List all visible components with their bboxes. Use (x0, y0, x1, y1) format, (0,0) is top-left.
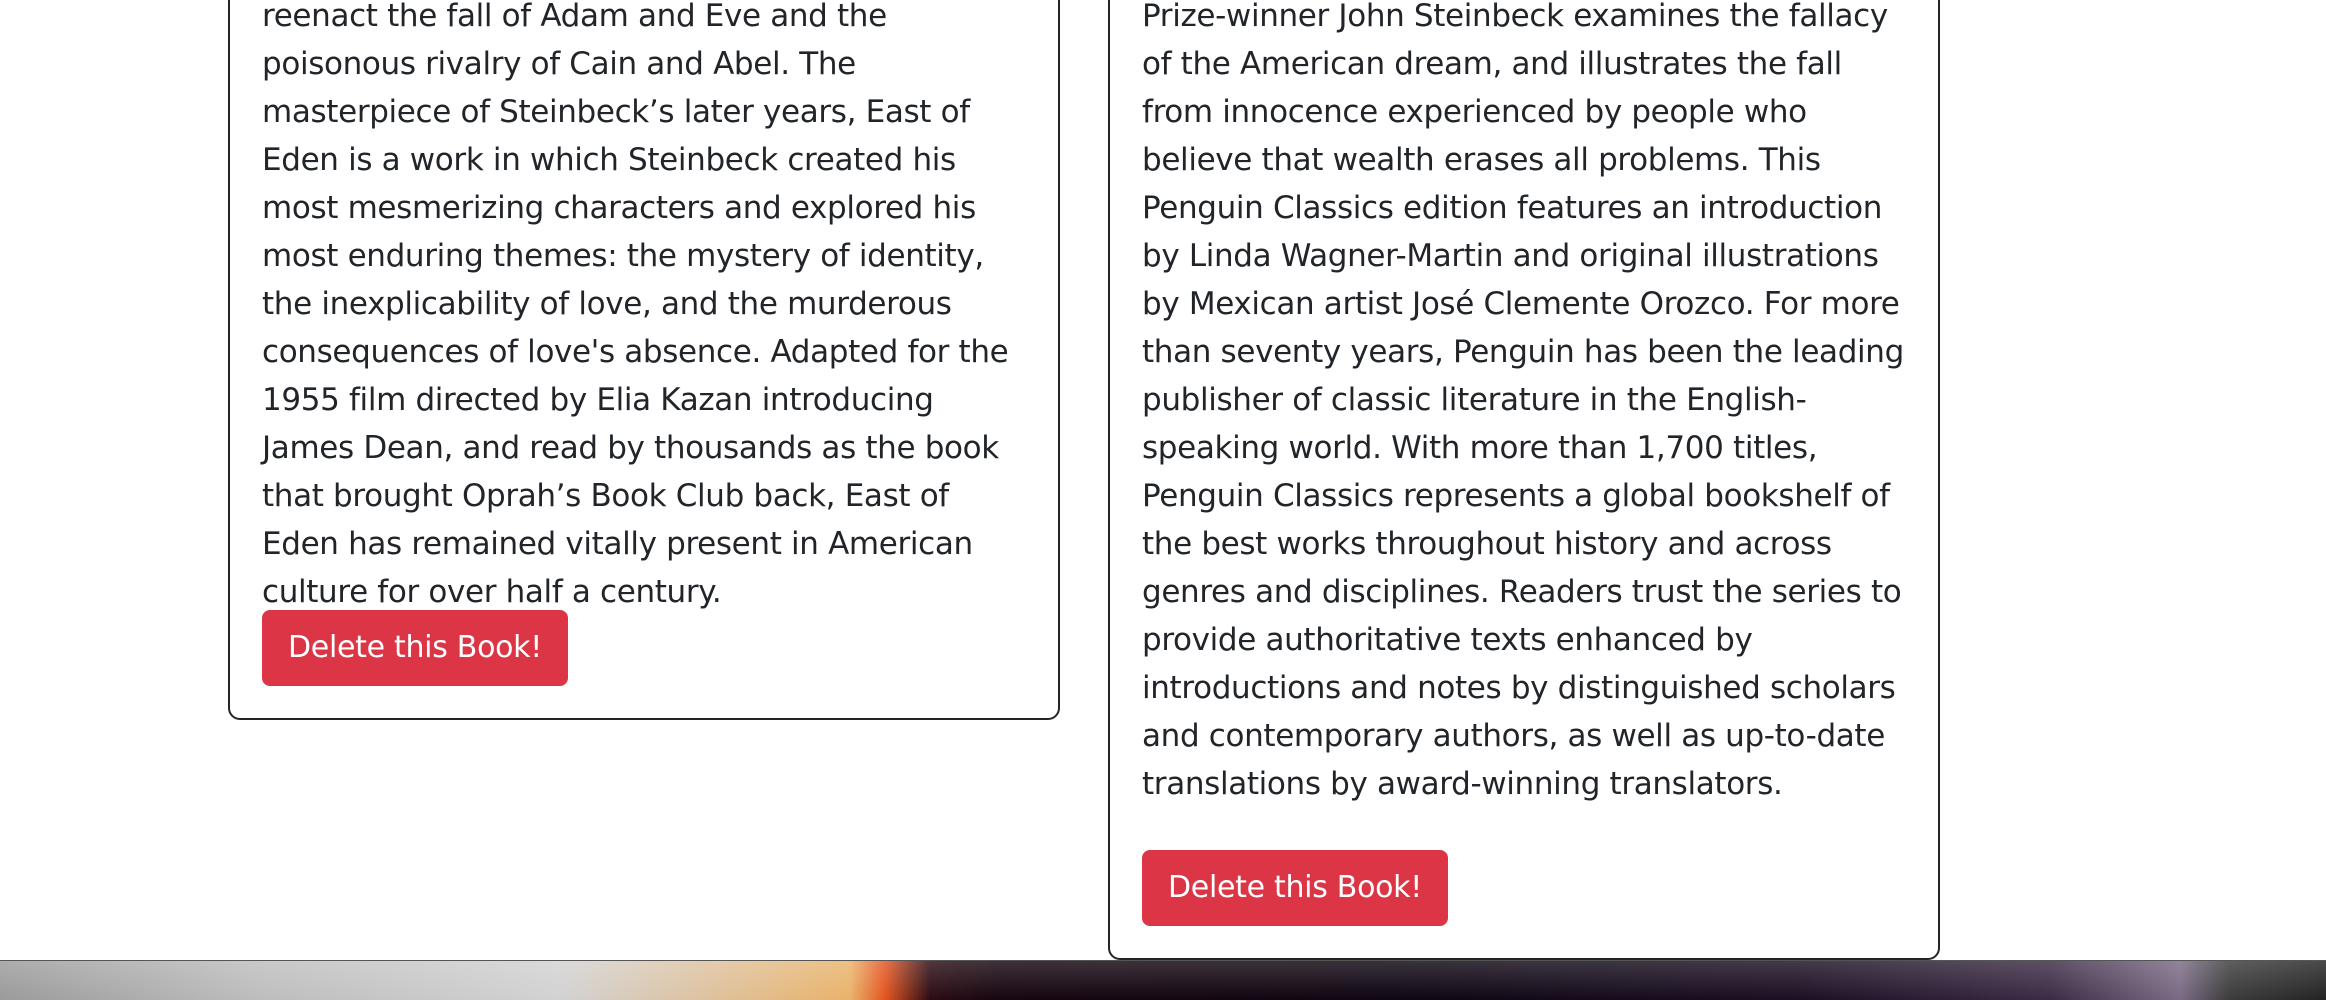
delete-book-button[interactable]: Delete this Book! (262, 610, 568, 686)
desktop-wallpaper-strip (0, 960, 2326, 1000)
wallpaper-glow (0, 961, 2326, 1000)
book-card: Prize-winner John Steinbeck examines the… (1108, 0, 1940, 960)
book-card: reenact the fall of Adam and Eve and the… (228, 0, 1060, 720)
book-cards-row: reenact the fall of Adam and Eve and the… (0, 0, 2326, 960)
book-description: Prize-winner John Steinbeck examines the… (1142, 0, 1904, 802)
delete-book-button[interactable]: Delete this Book! (1142, 850, 1448, 926)
book-description: reenact the fall of Adam and Eve and the… (262, 0, 1009, 610)
book-list-page: reenact the fall of Adam and Eve and the… (0, 0, 2326, 1000)
